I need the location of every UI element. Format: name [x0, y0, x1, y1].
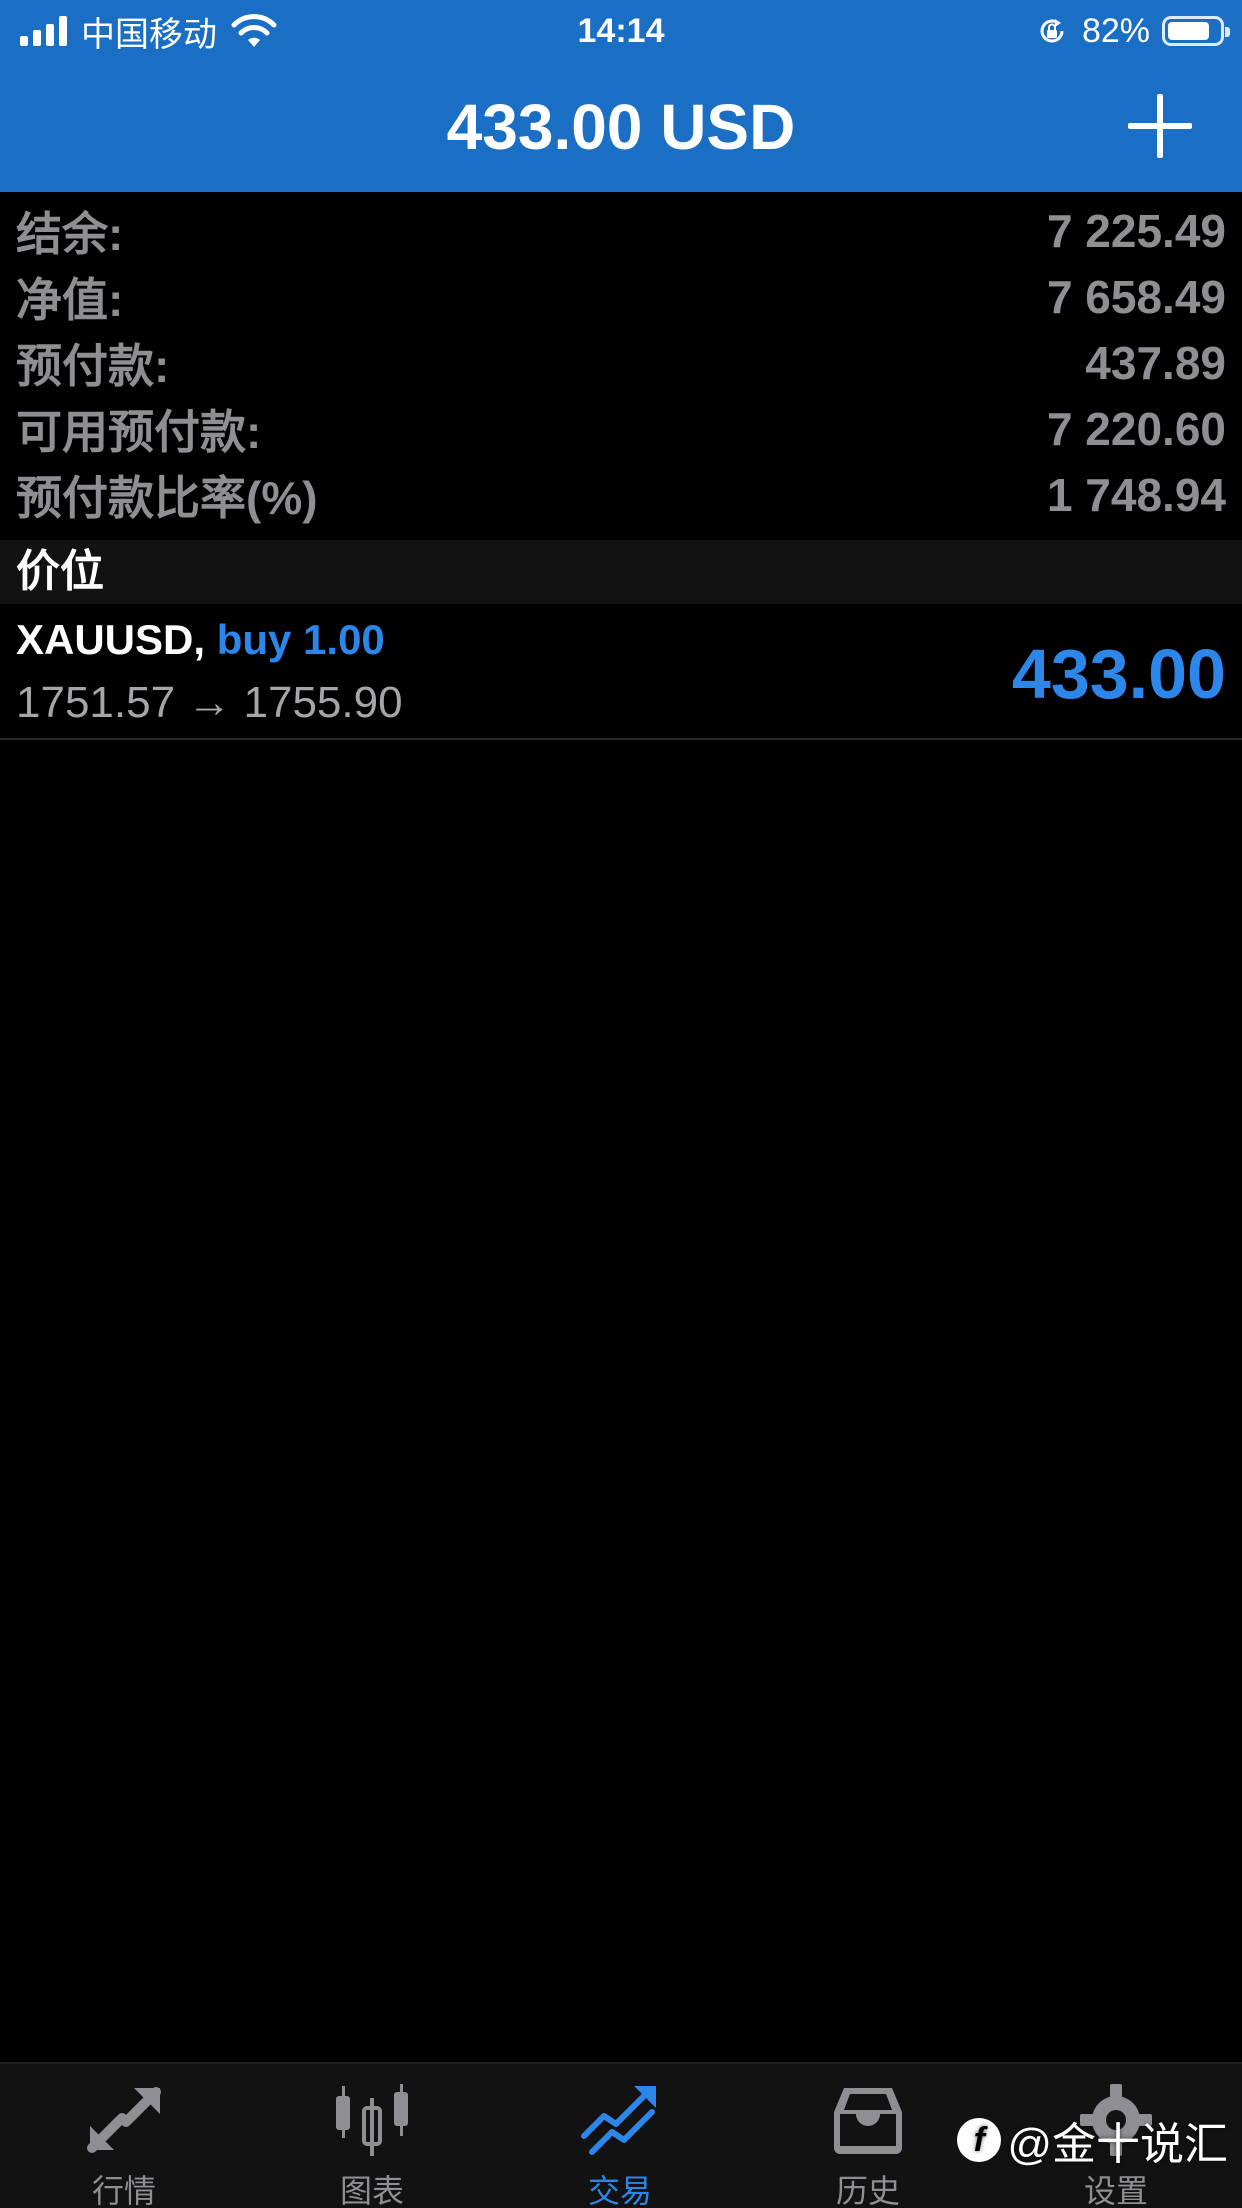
battery-percent: 82%: [1081, 11, 1150, 50]
history-icon: [834, 2088, 902, 2154]
status-bar: 中国移动 14:14 82%: [0, 0, 1242, 62]
summary-value: 437.89: [1085, 337, 1226, 389]
position-profit: 433.00: [1011, 635, 1226, 713]
header-bar: 433.00 USD: [0, 62, 1242, 192]
summary-value: 1 748.94: [1046, 469, 1226, 521]
position-side: buy 1.00: [216, 616, 385, 663]
summary-row-margin-level: 预付款比率(%) 1 748.94: [0, 462, 1242, 528]
page-title: 433.00 USD: [446, 91, 796, 163]
position-prices: 1751.57 → 1755.90: [16, 678, 403, 727]
tab-history[interactable]: 历史: [744, 2064, 992, 2208]
battery-fill: [1168, 22, 1209, 40]
summary-row-free-margin: 可用预付款: 7 220.60: [0, 396, 1242, 462]
tab-chart[interactable]: 图表: [248, 2064, 496, 2208]
quotes-icon: [87, 2087, 161, 2153]
summary-label: 结余:: [16, 208, 124, 260]
summary-row-equity: 净值: 7 658.49: [0, 264, 1242, 330]
summary-row-margin: 预付款: 437.89: [0, 330, 1242, 396]
battery-tip: [1225, 27, 1230, 37]
summary-label: 可用预付款:: [16, 406, 262, 458]
summary-label: 预付款:: [16, 340, 170, 392]
summary-label: 净值:: [16, 274, 124, 326]
tab-label: 图表: [339, 2173, 404, 2208]
tab-quotes[interactable]: 行情: [0, 2064, 248, 2208]
plus-icon[interactable]: [1128, 94, 1192, 158]
position-row[interactable]: XAUUSD, buy 1.00 1751.57 → 1755.90 433.0…: [0, 606, 1242, 740]
trade-icon: [581, 2086, 656, 2155]
tab-label: 设置: [1083, 2173, 1148, 2208]
chart-icon: [336, 2084, 408, 2156]
tab-label: 行情: [91, 2173, 156, 2208]
trade-screen: 中国移动 14:14 82% 433.00 USD 结余: 7 225.49 净…: [0, 0, 1242, 2208]
tab-label: 历史: [835, 2173, 900, 2208]
summary-label: 预付款比率(%): [16, 472, 318, 524]
watermark-text: @金十说汇: [1007, 2120, 1228, 2169]
summary-value: 7 658.49: [1046, 271, 1226, 323]
status-right: 82%: [1036, 10, 1230, 52]
summary-value: 7 220.60: [1046, 403, 1226, 455]
position-header: XAUUSD, buy 1.00: [16, 616, 385, 664]
summary-row-balance: 结余: 7 225.49: [0, 198, 1242, 264]
positions-section-header: 价位: [0, 540, 1242, 604]
tab-label: 交易: [587, 2173, 652, 2208]
rotation-lock-icon: [1040, 19, 1064, 43]
battery-icon: [1162, 16, 1230, 46]
watermark: f @金十说汇: [957, 2112, 1228, 2169]
tab-trade[interactable]: 交易: [496, 2064, 744, 2208]
position-symbol: XAUUSD,: [16, 616, 206, 663]
watermark-logo: f: [957, 2118, 1002, 2162]
summary-value: 7 225.49: [1046, 205, 1226, 257]
account-summary: 结余: 7 225.49 净值: 7 658.49 预付款: 437.89 可用…: [0, 198, 1242, 528]
